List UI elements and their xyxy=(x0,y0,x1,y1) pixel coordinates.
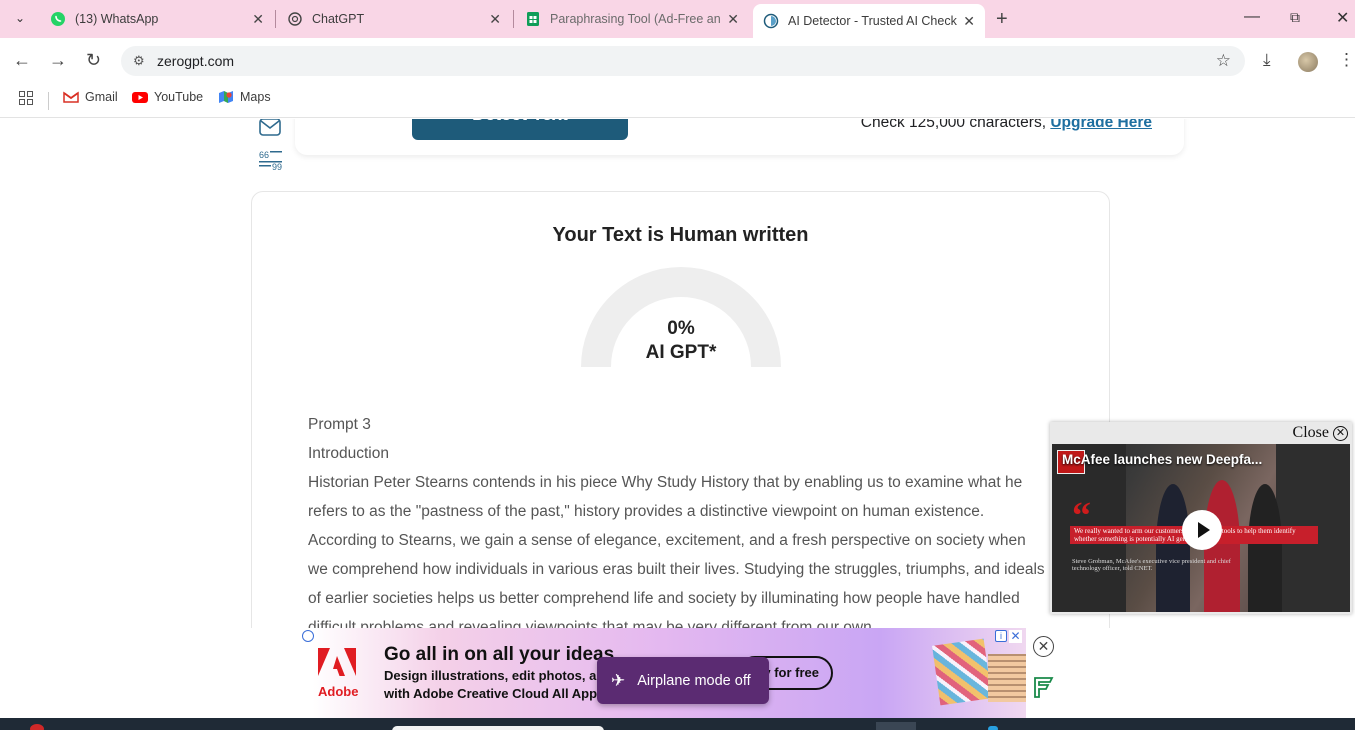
input-card-footer: Detect Text Check 125,000 characters, Up… xyxy=(295,119,1184,155)
svg-text:99: 99 xyxy=(272,162,282,171)
site-info-icon[interactable]: ⚙ xyxy=(133,53,145,69)
tab-close-icon[interactable]: ✕ xyxy=(727,11,739,28)
tab-chatgpt[interactable]: ChatGPT ✕ xyxy=(277,0,511,38)
gauge-percent: 0% xyxy=(667,318,695,339)
gauge-label: AI GPT* xyxy=(645,342,717,363)
zerogpt-icon xyxy=(763,13,779,29)
url-text[interactable]: zerogpt.com xyxy=(157,53,234,69)
upgrade-notice: Check 125,000 characters, Upgrade Here xyxy=(861,119,1152,132)
ad-subtext: with Adobe Creative Cloud All Apps. xyxy=(384,686,608,701)
upgrade-link[interactable]: Upgrade Here xyxy=(1050,119,1152,131)
bookmark-gmail[interactable]: Gmail xyxy=(63,90,118,104)
ad-headline: Go all in on all your ideas. xyxy=(384,644,620,665)
profile-avatar[interactable] xyxy=(1298,52,1318,72)
ad-brand: Adobe xyxy=(318,684,359,699)
browser-toolbar: ← → ↻ ⚙ zerogpt.com ☆ ⤓ ⋮ xyxy=(0,38,1355,84)
tab-paraphrasing-tool[interactable]: Paraphrasing Tool (Ad-Free and ✕ xyxy=(515,0,749,38)
tab-divider xyxy=(275,10,276,28)
download-icon[interactable]: ⤓ xyxy=(1263,50,1271,70)
text-paragraph: Historian Peter Stearns contends in his … xyxy=(308,474,1045,628)
airplane-icon: ✈ xyxy=(611,670,626,690)
tab-whatsapp[interactable]: (13) WhatsApp ✕ xyxy=(40,0,274,38)
adchoices-icon[interactable] xyxy=(302,630,314,642)
airplane-mode-toast: ✈ Airplane mode off xyxy=(597,657,769,704)
gmail-icon xyxy=(63,91,79,103)
ad-artwork xyxy=(932,638,992,706)
youtube-icon xyxy=(132,92,148,103)
tab-close-icon[interactable]: ✕ xyxy=(252,11,264,28)
tab-label: AI Detector - Trusted AI Checke xyxy=(788,14,958,28)
forward-arrow-icon[interactable]: → xyxy=(49,50,67,71)
bookmark-label: Gmail xyxy=(85,90,118,104)
whatsapp-icon xyxy=(51,12,65,26)
tab-close-icon[interactable]: ✕ xyxy=(489,11,501,28)
ad-close-button[interactable]: ✕ xyxy=(1033,636,1054,657)
tab-label: Paraphrasing Tool (Ad-Free and xyxy=(550,12,722,26)
maps-icon xyxy=(219,91,233,103)
detect-text-button[interactable]: Detect Text xyxy=(412,119,628,140)
reload-icon[interactable]: ↻ xyxy=(86,50,101,71)
upgrade-text: Check 125,000 characters, xyxy=(860,119,1051,131)
new-tab-plus-icon[interactable]: + xyxy=(996,8,1008,31)
tab-close-icon[interactable]: ✕ xyxy=(963,13,975,30)
tab-ai-detector[interactable]: AI Detector - Trusted AI Checke ✕ xyxy=(753,4,985,38)
minimize-icon[interactable]: — xyxy=(1244,8,1260,26)
play-icon[interactable] xyxy=(1182,510,1222,550)
freestar-icon[interactable] xyxy=(1032,676,1054,698)
ad-info-icon[interactable]: i xyxy=(995,630,1007,642)
taskbar-app-icon[interactable] xyxy=(30,724,44,730)
video-caption: Steve Grobman, McAfee's executive vice p… xyxy=(1072,558,1231,572)
ad-dismiss-icon[interactable]: ✕ xyxy=(1009,630,1022,643)
apps-grid-icon[interactable] xyxy=(19,91,33,105)
bookmark-maps[interactable]: Maps xyxy=(218,90,271,104)
chatgpt-icon xyxy=(288,12,302,26)
address-bar[interactable]: ⚙ zerogpt.com ☆ xyxy=(121,46,1245,76)
analyzed-text: Prompt 3 Introduction Historian Peter St… xyxy=(308,410,1048,628)
bookmark-youtube[interactable]: YouTube xyxy=(132,90,203,104)
back-arrow-icon[interactable]: ← xyxy=(13,50,31,71)
result-title: Your Text is Human written xyxy=(552,224,809,246)
taskbar-app-icon[interactable] xyxy=(876,722,916,730)
bookmark-divider xyxy=(48,92,49,110)
bookmark-star-icon[interactable]: ☆ xyxy=(1216,51,1231,71)
toast-label: Airplane mode off xyxy=(637,672,751,689)
video-close-button[interactable]: Close ✕ xyxy=(1293,424,1348,442)
video-popup: Close ✕ McAfee launches new Deepfa... “ W… xyxy=(1050,422,1352,614)
quote-icon[interactable]: 66 99 xyxy=(258,149,284,176)
taskbar-search[interactable] xyxy=(392,726,604,730)
bookmark-label: Maps xyxy=(240,90,271,104)
text-line: Introduction xyxy=(308,445,389,462)
tab-label: ChatGPT xyxy=(312,12,365,26)
os-taskbar xyxy=(0,718,1355,730)
bookmark-label: YouTube xyxy=(154,90,204,104)
taskbar-app-icon[interactable] xyxy=(988,726,998,730)
tab-strip: ⌄ (13) WhatsApp ✕ ChatGPT ✕ Paraphrasing… xyxy=(0,0,1355,38)
tab-label: (13) WhatsApp xyxy=(75,12,159,26)
sheets-icon xyxy=(527,12,539,26)
video-player[interactable]: McAfee launches new Deepfa... “ We reall… xyxy=(1052,444,1350,612)
video-headline: McAfee launches new Deepfa... xyxy=(1062,452,1263,467)
text-line: Prompt 3 xyxy=(308,416,371,433)
tab-divider xyxy=(513,10,514,28)
menu-kebab-icon[interactable]: ⋮ xyxy=(1338,50,1355,70)
svg-text:66: 66 xyxy=(259,150,269,160)
bookmarks-bar: Gmail YouTube Maps xyxy=(0,84,1355,118)
window-close-icon[interactable]: ✕ xyxy=(1336,8,1349,28)
mail-icon[interactable] xyxy=(258,119,282,144)
result-card: Your Text is Human written 0% AI GPT* Pr… xyxy=(251,191,1110,628)
tab-search-chevron-icon[interactable]: ⌄ xyxy=(6,6,34,30)
ad-artwork xyxy=(988,654,1026,702)
adobe-logo-icon xyxy=(318,648,356,676)
restore-icon[interactable]: ⧉ xyxy=(1290,9,1300,26)
close-circle-icon: ✕ xyxy=(1333,425,1348,441)
video-close-label: Close xyxy=(1292,424,1329,441)
